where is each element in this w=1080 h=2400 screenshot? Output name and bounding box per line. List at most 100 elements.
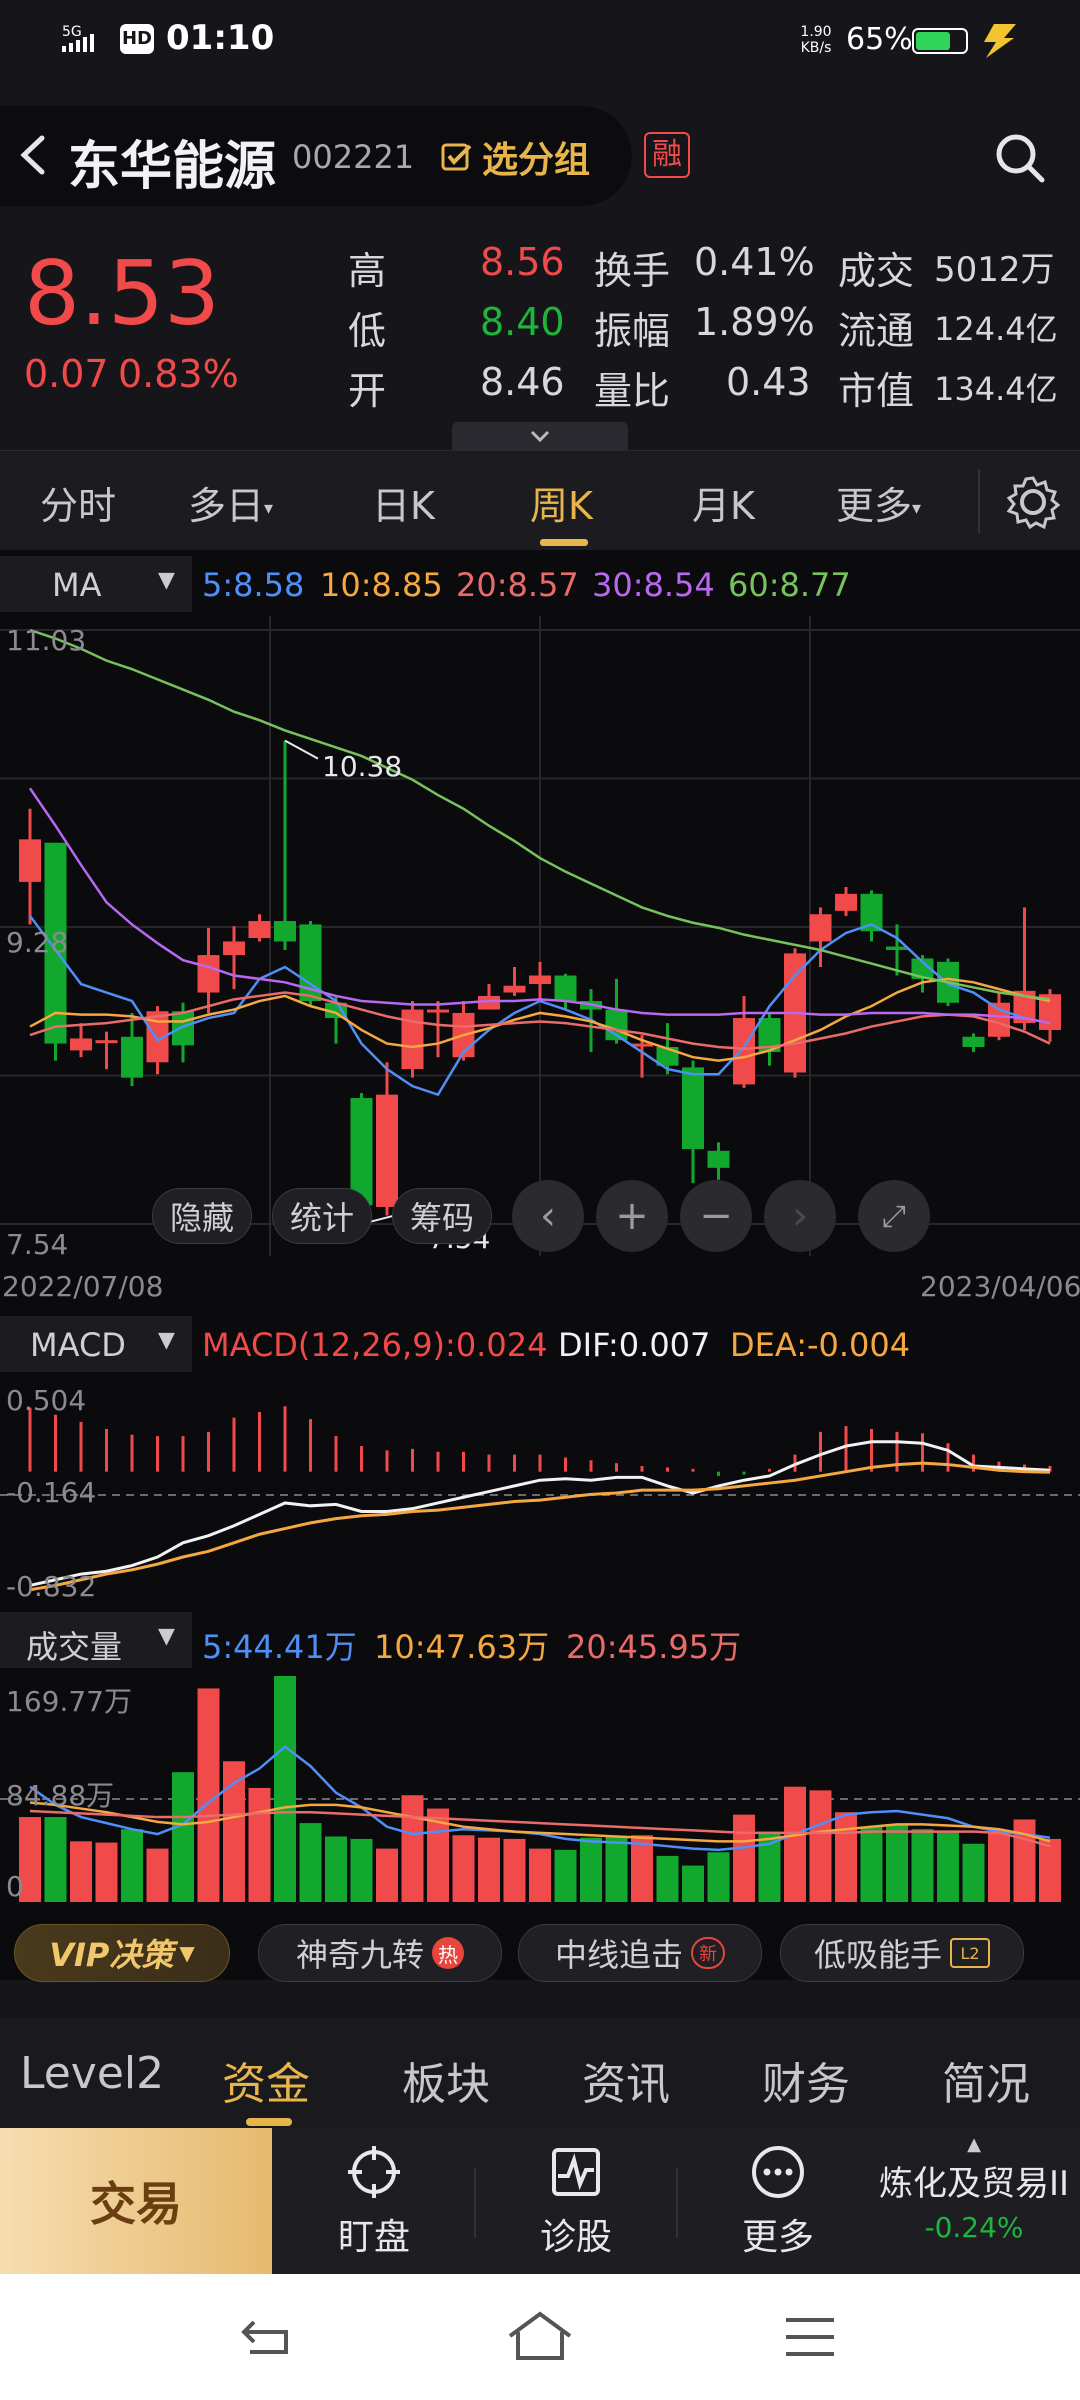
tab-more[interactable]: 更多▾ xyxy=(836,475,921,530)
tab-level2[interactable]: Level2 xyxy=(20,2048,164,2099)
volume-bar xyxy=(962,1843,985,1902)
home-nav-icon[interactable] xyxy=(504,2308,576,2368)
vol-y-bottom-label: 0 xyxy=(6,1870,24,1903)
zoom-in-icon[interactable]: + xyxy=(596,1180,668,1252)
signal-icon: 5G xyxy=(60,22,112,56)
candle-body xyxy=(733,1018,755,1085)
tab-daily-k[interactable]: 日K xyxy=(372,475,435,530)
more-button[interactable]: 更多 xyxy=(678,2142,878,2260)
ma30-value: 30:8.54 xyxy=(592,566,715,604)
diagnose-button[interactable]: 诊股 xyxy=(476,2142,676,2260)
add-group-label: 选分组 xyxy=(482,140,591,181)
price-change: 0.07 xyxy=(24,352,109,396)
checkbox-icon xyxy=(441,143,472,171)
volume-bar xyxy=(886,1824,908,1902)
volume-bar xyxy=(707,1852,730,1902)
volume-chart[interactable] xyxy=(0,1676,1080,1906)
float-cap-label: 流通 xyxy=(838,309,915,353)
volume-bar xyxy=(784,1786,806,1902)
volume-bar xyxy=(299,1823,322,1902)
ma-selector[interactable]: MA ▼ xyxy=(0,556,192,612)
volume-bar xyxy=(682,1865,704,1902)
watch-button[interactable]: 盯盘 xyxy=(274,2142,474,2260)
back-icon[interactable] xyxy=(10,130,60,180)
volume-bar xyxy=(452,1835,475,1902)
sector-quote[interactable]: ▲ 炼化及贸易II -0.24% xyxy=(868,2136,1080,2245)
battery-percent: 65% xyxy=(846,22,913,57)
vip-decision-label: VIP决策 xyxy=(49,1936,174,1974)
volume-bar xyxy=(70,1841,92,1902)
volume-bar xyxy=(733,1814,755,1902)
amplitude-label: 振幅 xyxy=(594,309,671,353)
caret-down-icon: ▾ xyxy=(264,498,274,519)
volume-bar xyxy=(529,1848,551,1902)
turnover-label: 换手 xyxy=(594,249,671,293)
quote-panel: 8.53 0.07 0.83% 高 8.56 换手 0.41% 成交 5012万… xyxy=(0,220,1080,450)
candle-body xyxy=(401,1009,424,1070)
candle-body xyxy=(682,1067,704,1150)
l2-badge: L2 xyxy=(950,1938,990,1968)
scroll-left-icon[interactable]: ‹ xyxy=(512,1180,584,1252)
dea-value: DEA:-0.004 xyxy=(730,1326,911,1364)
magic-nine-button[interactable]: 神奇九转 热 xyxy=(258,1924,502,1982)
tab-sector[interactable]: 板块 xyxy=(402,2048,490,2112)
tab-funds[interactable]: 资金 xyxy=(222,2048,310,2112)
dif-value: DIF:0.007 xyxy=(558,1326,711,1364)
trade-button[interactable]: 交易 xyxy=(0,2128,272,2274)
settings-gear-icon[interactable] xyxy=(1004,473,1062,535)
menu-nav-icon[interactable] xyxy=(782,2314,838,2364)
turnover-value: 0.41% xyxy=(694,240,815,284)
margin-badge[interactable]: 融 xyxy=(644,132,690,178)
volume-bar xyxy=(1039,1838,1061,1902)
macd-selector-label: MACD xyxy=(30,1326,126,1364)
caret-down-icon: ▼ xyxy=(158,1328,175,1353)
k-y-mid-label: 9.28 xyxy=(6,926,69,959)
stock-header: 东华能源 002221 选分组 融 xyxy=(0,106,1080,206)
macd-y-mid-label: -0.164 xyxy=(6,1476,97,1509)
fullscreen-icon[interactable]: ⤢ xyxy=(858,1180,930,1252)
chips-button[interactable]: 筹码 xyxy=(392,1188,492,1244)
tab-weekly-k[interactable]: 周K xyxy=(530,475,593,530)
tab-multi-day[interactable]: 多日▾ xyxy=(188,475,273,530)
scroll-right-icon[interactable]: › xyxy=(764,1180,836,1252)
volume-bar xyxy=(988,1832,1010,1902)
add-group-button[interactable]: 选分组 xyxy=(440,132,590,182)
open-label: 开 xyxy=(348,369,387,413)
mid-line-chase-button[interactable]: 中线追击 新 xyxy=(518,1924,762,1982)
tab-news[interactable]: 资讯 xyxy=(582,2048,670,2112)
network-speed: 1.90 KB/s xyxy=(796,24,836,56)
ma5-value: 5:8.58 xyxy=(202,566,305,604)
tab-more-label: 更多 xyxy=(836,484,913,528)
candle-body xyxy=(121,1036,143,1078)
candle-body xyxy=(962,1036,985,1047)
zoom-out-icon[interactable]: − xyxy=(680,1180,752,1252)
back-nav-icon[interactable] xyxy=(236,2312,296,2366)
dip-buyer-button[interactable]: 低吸能手 L2 xyxy=(780,1924,1024,1982)
macd-selector[interactable]: MACD ▼ xyxy=(0,1316,192,1372)
magic-nine-label: 神奇九转 xyxy=(295,1936,424,1974)
search-icon[interactable] xyxy=(992,130,1048,186)
candle-body xyxy=(197,955,220,993)
volume-bar xyxy=(401,1795,424,1902)
more-label: 更多 xyxy=(741,2217,814,2258)
volume-selector[interactable]: 成交量 ▼ xyxy=(0,1612,192,1668)
caret-down-icon: ▼ xyxy=(158,1624,175,1649)
network-speed-value: 1.90 xyxy=(800,24,832,40)
hide-button[interactable]: 隐藏 xyxy=(152,1188,252,1244)
stats-button[interactable]: 统计 xyxy=(272,1188,372,1244)
high-label: 高 xyxy=(348,249,387,293)
candlestick-chart[interactable] xyxy=(0,616,1080,1256)
low-label: 低 xyxy=(348,309,387,353)
tab-monthly-k[interactable]: 月K xyxy=(692,475,755,530)
tab-profile[interactable]: 简况 xyxy=(942,2048,1030,2112)
ma20-value: 20:8.57 xyxy=(456,566,579,604)
macd-chart[interactable] xyxy=(0,1380,1080,1600)
tab-divider xyxy=(978,469,980,533)
tab-finance[interactable]: 财务 xyxy=(762,2048,850,2112)
candle-body xyxy=(835,893,857,911)
volume-bar xyxy=(121,1829,143,1902)
vip-decision-button[interactable]: VIP决策 ▼ xyxy=(14,1924,230,1982)
tab-intraday[interactable]: 分时 xyxy=(40,475,116,530)
period-tabs: 分时 多日▾ 日K 周K 月K 更多▾ xyxy=(0,450,1080,550)
expand-quote-button[interactable] xyxy=(452,422,628,450)
